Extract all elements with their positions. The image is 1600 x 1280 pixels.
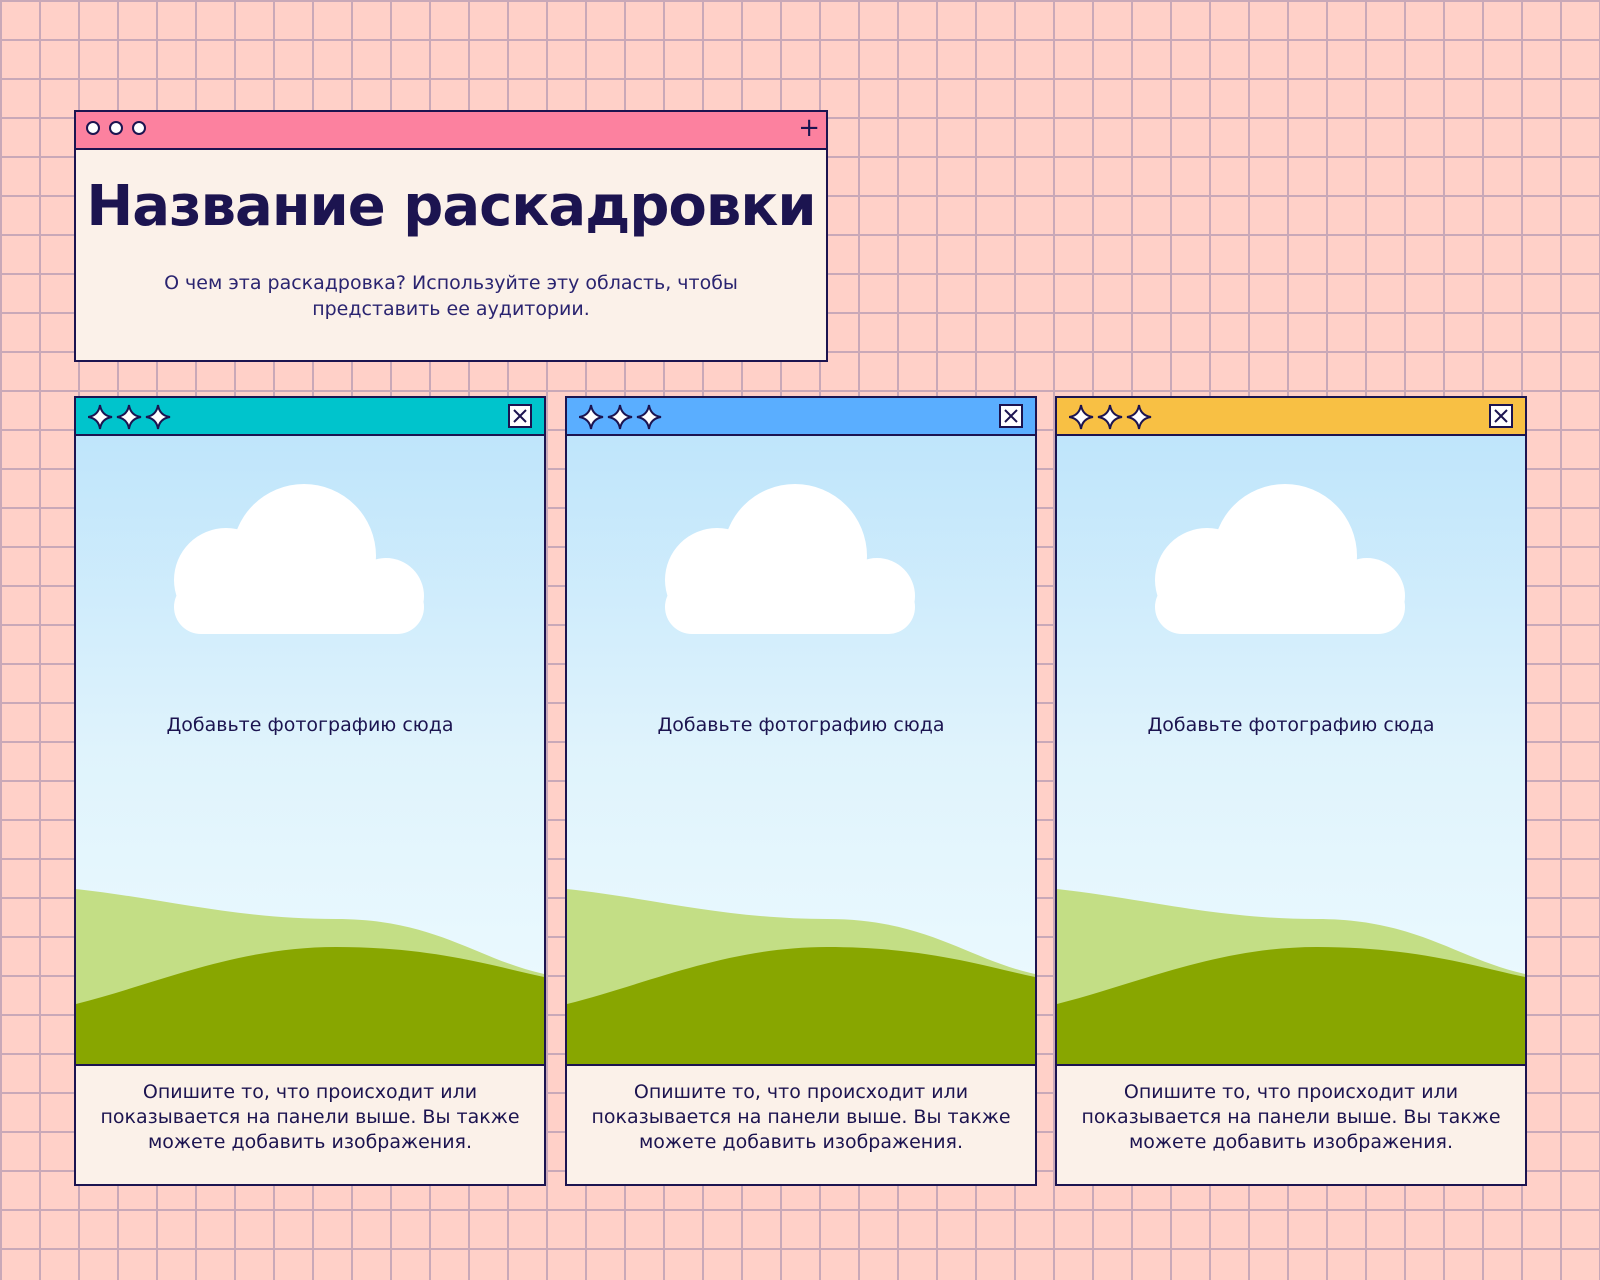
cloud-icon (1155, 484, 1405, 634)
photo-placeholder-label: Добавьте фотографию сюда (1147, 714, 1435, 736)
cloud-icon (665, 484, 915, 634)
page-subtitle: О чем эта раскадровка? Используйте эту о… (164, 272, 738, 320)
panel-caption: Опишите то, что происходит или показывае… (100, 1081, 520, 1153)
photo-placeholder-area[interactable]: Добавьте фотографию сюда (567, 436, 1035, 1066)
close-icon[interactable] (508, 404, 532, 428)
panel-titlebar (567, 398, 1035, 436)
storyboard-panel-2: Добавьте фотографию сюда Опишите то, что… (565, 396, 1037, 1186)
hills-illustration (567, 889, 1035, 1064)
storyboard-panel-3: Добавьте фотографию сюда Опишите то, что… (1055, 396, 1527, 1186)
photo-placeholder-area[interactable]: Добавьте фотографию сюда (1057, 436, 1525, 1066)
panel-caption: Опишите то, что происходит или показывае… (1081, 1081, 1501, 1153)
photo-placeholder-label: Добавьте фотографию сюда (166, 714, 454, 736)
panel-titlebar (76, 398, 544, 436)
circle-icon[interactable] (86, 121, 100, 135)
sparkle-icon (1069, 404, 1152, 430)
circle-icon[interactable] (132, 121, 146, 135)
header-window: + Название раскадровки О чем эта раскадр… (74, 110, 828, 362)
photo-placeholder-area[interactable]: Добавьте фотографию сюда (76, 436, 544, 1066)
panel-caption: Опишите то, что происходит или показывае… (591, 1081, 1011, 1153)
photo-placeholder-label: Добавьте фотографию сюда (657, 714, 945, 736)
storyboard-panel-1: Добавьте фотографию сюда Опишите то, что… (74, 396, 546, 1186)
close-icon[interactable] (1489, 404, 1513, 428)
cloud-icon (174, 484, 424, 634)
hills-illustration (76, 889, 544, 1064)
circle-icon[interactable] (109, 121, 123, 135)
hills-illustration (1057, 889, 1525, 1064)
plus-icon[interactable]: + (798, 113, 820, 143)
sparkle-icon (579, 404, 662, 430)
close-icon[interactable] (999, 404, 1023, 428)
page-title: Название раскадровки (86, 174, 816, 239)
panel-titlebar (1057, 398, 1525, 436)
header-titlebar: + (76, 112, 826, 150)
sparkle-icon (88, 404, 171, 430)
